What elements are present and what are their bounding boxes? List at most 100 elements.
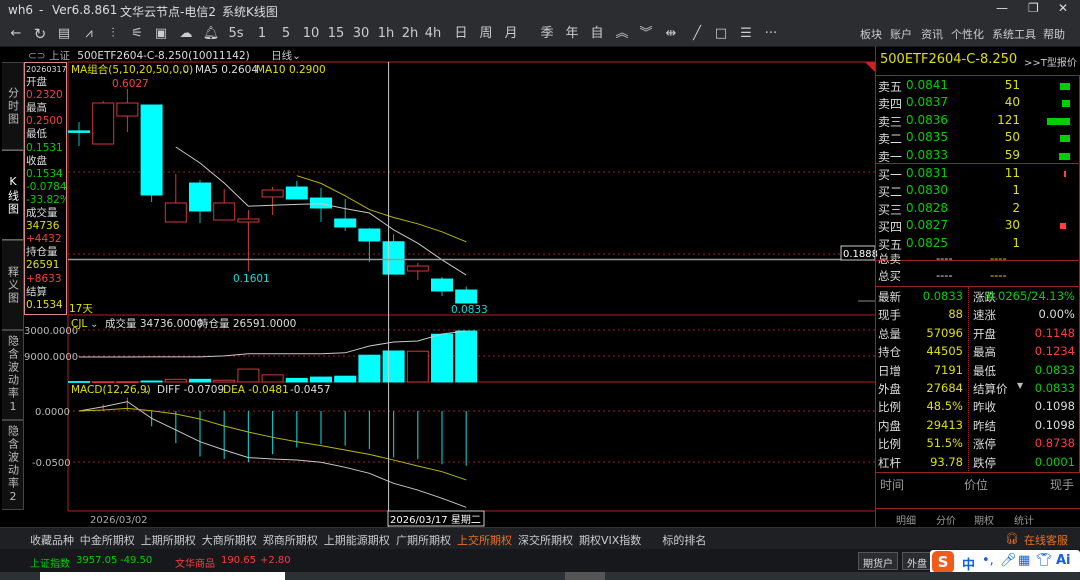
chevron-down-icon[interactable]: ⌄: [142, 385, 150, 396]
exchange-tab[interactable]: 上期能源期权: [324, 532, 390, 548]
volume-bar: [455, 330, 478, 383]
index-wh-change: +2.80: [260, 555, 291, 566]
exchange-tab[interactable]: 收藏品种: [30, 532, 74, 548]
level-price: 0.0837: [906, 95, 948, 110]
tab-detail[interactable]: 明细: [896, 512, 916, 527]
stat-label: 最高: [973, 345, 996, 360]
index-wh-name[interactable]: 文华商品: [175, 555, 215, 570]
ma10-value: MA10 0.2900: [256, 64, 326, 76]
level-label: 卖五: [878, 80, 903, 94]
chevron-down-icon[interactable]: ⌄: [90, 319, 98, 330]
exchange-tab[interactable]: 大商所期权: [202, 532, 257, 548]
ma-indicator-label[interactable]: MA组合(5,10,20,50,0,0): [71, 63, 193, 76]
taskbar-item[interactable]: [40, 572, 285, 580]
stat-label[interactable]: 结算价: [973, 381, 1008, 397]
exchange-tab[interactable]: 郑商所期权: [263, 532, 318, 548]
stat-label: 总量: [878, 326, 901, 341]
index-wh-value: 190.65: [221, 555, 256, 566]
ask-row[interactable]: 卖四 0.0837 40: [878, 95, 1078, 112]
bid-row[interactable]: 买二 0.0830 1: [878, 183, 1078, 200]
depth-bar: [1062, 100, 1070, 108]
candle-body: [382, 241, 405, 275]
level-price: 0.0833: [906, 147, 948, 162]
candle-body: [431, 278, 453, 292]
exchange-tab[interactable]: 深交所期权: [518, 532, 573, 548]
stat-value: 0.00%: [1038, 307, 1075, 322]
level-label: 卖二: [878, 132, 903, 147]
skin-icon[interactable]: 👕︎: [1036, 553, 1053, 568]
ma10-line: [296, 175, 467, 243]
depth-bar: [1047, 117, 1070, 125]
volume-bar: [92, 381, 115, 384]
level-qty: 30: [1004, 218, 1020, 233]
exchange-tab[interactable]: 标的排名: [662, 532, 706, 548]
microphone-icon[interactable]: 🎤︎: [1000, 553, 1017, 568]
t-quote-link[interactable]: >>T型报价: [1024, 54, 1077, 69]
taskbar-item[interactable]: [565, 572, 605, 580]
exchange-tab[interactable]: 中金所期权: [80, 532, 135, 548]
volume-tick: 9000.0000: [24, 352, 78, 363]
candle-body: [237, 218, 260, 223]
macd-indicator-label[interactable]: MACD(12,26,9): [71, 384, 151, 396]
ask-row[interactable]: 卖三 0.0836 121: [878, 113, 1078, 130]
depth-bar: [1060, 135, 1070, 143]
level-label: 买三: [878, 202, 903, 217]
stat-label: 跌停: [973, 455, 996, 470]
bid-row[interactable]: 买一 0.0831 11: [878, 166, 1078, 183]
volume-bar: [140, 380, 163, 383]
ai-icon[interactable]: Ai: [1056, 553, 1071, 568]
stat-value: 44505: [926, 344, 963, 359]
bid-row[interactable]: 买四 0.0827 30: [878, 218, 1078, 235]
depth-bar: [1059, 152, 1070, 160]
candle-body: [213, 202, 236, 221]
exchange-tab[interactable]: 广期所期权: [396, 532, 451, 548]
stat-value: 0.0833: [1034, 381, 1075, 395]
exchange-tab[interactable]: 期权VIX指数: [579, 532, 641, 548]
ticks-header-time: 时间: [880, 478, 905, 492]
tab-stats[interactable]: 统计: [1014, 512, 1034, 527]
bid-row[interactable]: 买三 0.0828 2: [878, 201, 1078, 218]
ime-toolbar[interactable]: S 中 •, 🎤︎ ▦ 👕︎ Ai: [930, 550, 1080, 574]
caret-down-icon[interactable]: ▼: [1017, 381, 1023, 390]
sogou-logo-icon[interactable]: S: [932, 551, 954, 573]
depth-bar: [1060, 83, 1070, 90]
headset-icon[interactable]: 🎧︎: [1005, 532, 1019, 545]
ma5-value: MA5 0.2604: [195, 64, 258, 76]
candle-body: [68, 130, 90, 133]
futures-account-button[interactable]: 期货户: [858, 552, 898, 570]
stat-value: 0.1234: [1034, 344, 1075, 359]
bid-row[interactable]: 买五 0.0825 1: [878, 236, 1078, 253]
total-sell-a: ----: [936, 251, 953, 265]
keyboard-icon[interactable]: ▦: [1018, 553, 1030, 568]
ask-row[interactable]: 卖一 0.0833 59: [878, 148, 1078, 165]
candle-body: [358, 228, 381, 242]
volume-value: 成交量 34736.0000: [105, 317, 203, 330]
foreign-market-button[interactable]: 外盘: [902, 552, 932, 570]
stat-label: 持仓: [878, 345, 901, 360]
stat-value: 0.0833: [922, 289, 963, 303]
x-axis-start-date: 2026/03/02: [90, 515, 148, 526]
stat-value: 51.5%: [926, 436, 963, 451]
chevron-down-icon[interactable]: ⌄: [182, 65, 190, 76]
volume-bar: [406, 350, 429, 383]
index-sse-name[interactable]: 上证指数: [30, 555, 70, 570]
tab-price-dist[interactable]: 分价: [936, 512, 956, 527]
exchange-tab[interactable]: 上期所期权: [141, 532, 196, 548]
oi-value: 持仓量 26591.0000: [198, 317, 296, 330]
ime-mode[interactable]: 中: [962, 554, 975, 573]
stat-value: 88: [948, 307, 963, 322]
volume-tick: 3000.0000: [24, 326, 78, 337]
last-price-label: 0.0833: [451, 304, 488, 316]
punctuation-icon[interactable]: •,: [982, 553, 994, 568]
tab-options[interactable]: 期权: [974, 512, 994, 527]
online-service-link[interactable]: 在线客服: [1024, 532, 1068, 548]
stat-label: 现手: [878, 308, 901, 323]
ticks-header-price: 价位: [964, 478, 989, 492]
dea-value: DEA -0.0481: [223, 384, 289, 396]
depth-bar: [1064, 171, 1066, 177]
panel-tabs: 明细 分价 期权 统计: [876, 508, 1080, 527]
stat-value: 7191: [933, 362, 963, 377]
ask-row[interactable]: 卖二 0.0835 50: [878, 130, 1078, 147]
ask-row[interactable]: 卖五 0.0841 51: [878, 78, 1078, 95]
ticks-header-qty: 现手: [1050, 478, 1075, 492]
